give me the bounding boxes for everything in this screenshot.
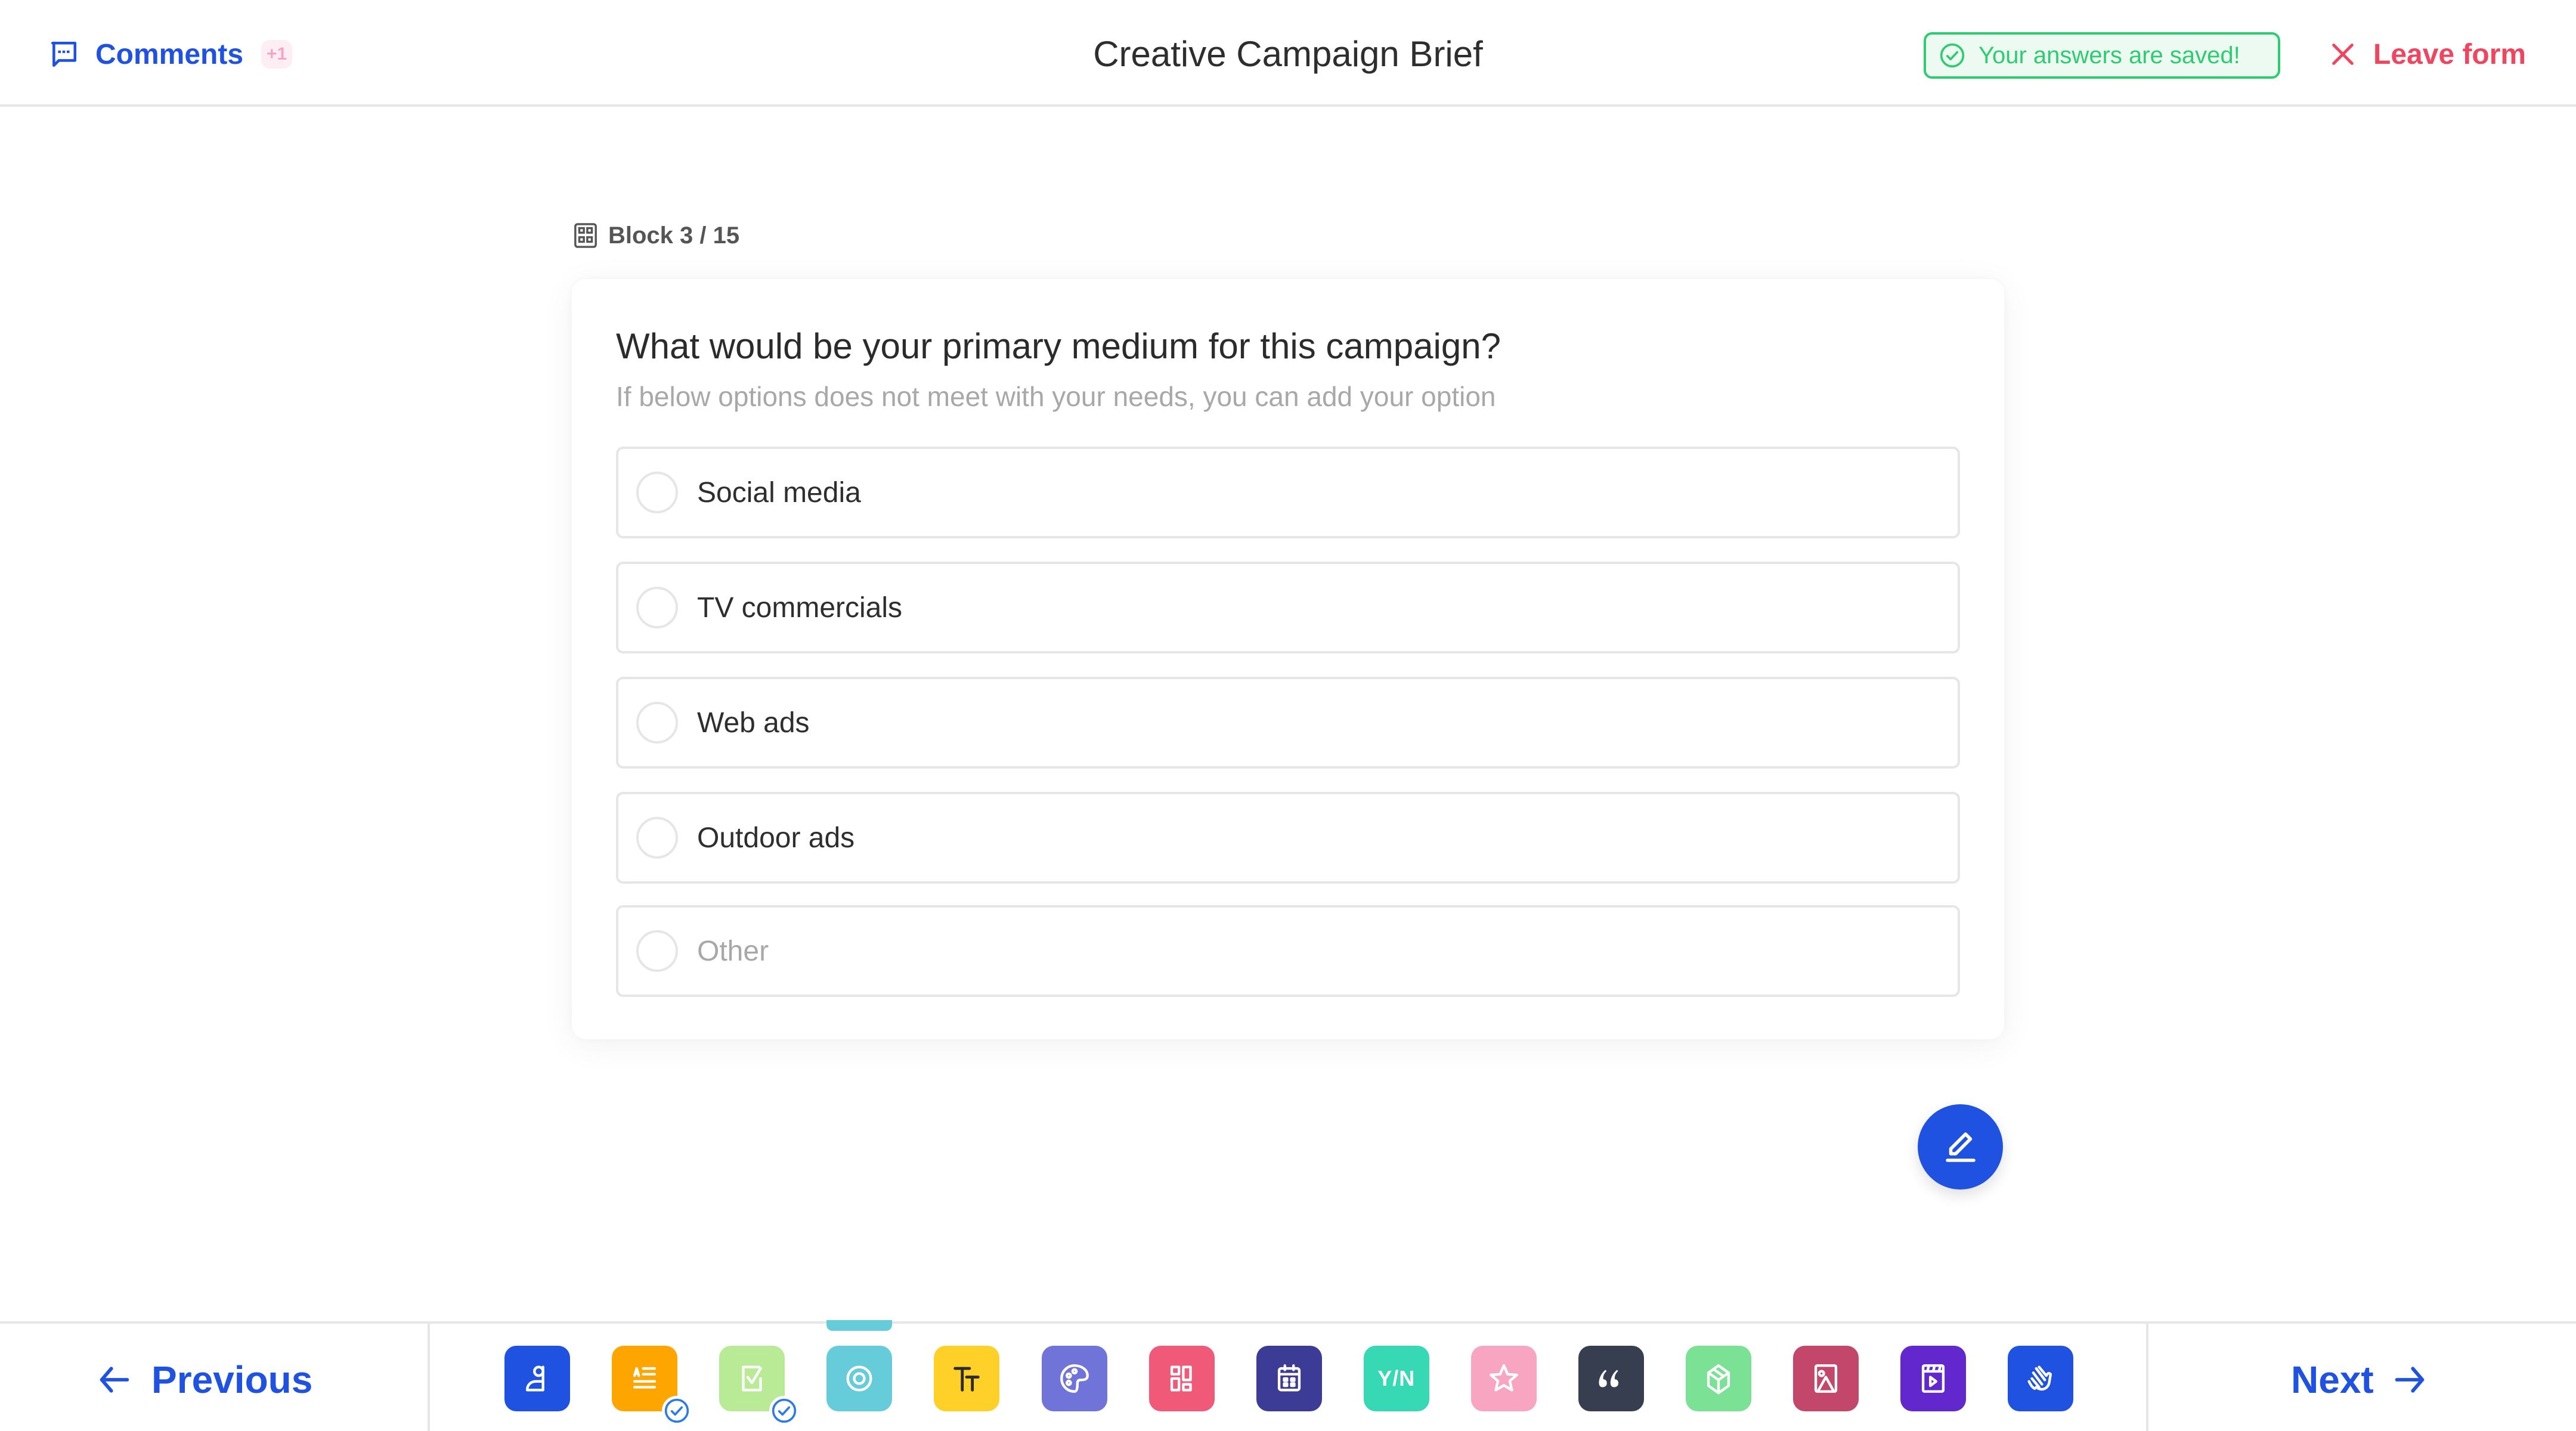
question-hint: If below options does not meet with your… <box>616 381 1496 412</box>
arrow-left-icon <box>100 1367 129 1393</box>
calendar-icon <box>1272 1361 1306 1396</box>
block-nav-item-13[interactable] <box>1793 1346 1859 1411</box>
video-icon <box>1916 1361 1950 1396</box>
block-nav-item-3[interactable] <box>719 1346 800 1426</box>
option-label: Outdoor ads <box>697 822 855 854</box>
close-icon <box>2332 44 2354 65</box>
next-label: Next <box>2291 1358 2374 1401</box>
block-nav-item-7[interactable] <box>1148 1346 1215 1411</box>
active-block-indicator <box>826 1320 893 1331</box>
radio-button[interactable] <box>636 930 678 972</box>
block-nav-item-11[interactable] <box>1578 1346 1644 1411</box>
saved-status-badge: Your answers are saved! <box>1924 32 2280 79</box>
wave-hand-icon <box>2023 1361 2058 1396</box>
block-nav-item-15[interactable] <box>2008 1346 2074 1411</box>
completed-check-icon <box>769 1396 800 1426</box>
option-outdoor-ads[interactable]: Outdoor ads <box>616 792 1960 884</box>
star-icon <box>1487 1361 1521 1396</box>
block-nav-item-6[interactable] <box>1041 1346 1107 1411</box>
previous-label: Previous <box>151 1358 313 1401</box>
block-counter: Block 3 / 15 <box>574 221 739 250</box>
question-title: What would be your primary medium for th… <box>616 326 1501 366</box>
radio-button[interactable] <box>636 472 678 513</box>
yes-no-icon: Y/N <box>1377 1366 1416 1390</box>
block-nav-item-10[interactable] <box>1470 1346 1537 1411</box>
divider <box>428 1324 430 1431</box>
previous-button[interactable]: Previous <box>95 1356 312 1404</box>
block-counter-text: Block 3 / 15 <box>608 222 740 249</box>
block-nav-item-5[interactable] <box>934 1346 1000 1411</box>
pencil-icon <box>1945 1132 1976 1162</box>
option-tv-commercials[interactable]: TV commercials <box>616 562 1960 653</box>
typography-icon <box>949 1361 984 1396</box>
option-social-media[interactable]: Social media <box>616 447 1960 538</box>
palette-icon <box>1057 1361 1092 1396</box>
block-nav-item-8[interactable] <box>1256 1346 1322 1411</box>
option-other-placeholder[interactable]: Other <box>697 935 769 968</box>
block-nav-item-9[interactable]: Y/N <box>1363 1346 1429 1411</box>
divider <box>2146 1324 2148 1431</box>
text-input-icon <box>627 1361 662 1396</box>
block-nav-item-2[interactable] <box>612 1346 692 1426</box>
image-icon <box>1809 1361 1843 1396</box>
box-icon <box>1701 1361 1736 1396</box>
leave-form-button[interactable]: Leave form <box>2329 36 2526 73</box>
edit-fab-button[interactable] <box>1918 1104 2003 1190</box>
radio-button[interactable] <box>636 587 678 628</box>
check-circle-icon <box>1940 43 1965 68</box>
saved-status-text: Your answers are saved! <box>1979 42 2240 69</box>
question-card: What would be your primary medium for th… <box>572 279 2004 1039</box>
radio-button[interactable] <box>636 702 678 744</box>
option-other[interactable]: Other <box>616 905 1960 997</box>
completed-check-icon <box>662 1396 692 1426</box>
block-nav-item-12[interactable] <box>1686 1346 1752 1411</box>
radio-target-icon <box>842 1361 877 1396</box>
top-bar: Comments +1 Creative Campaign Brief Your… <box>0 0 2576 107</box>
checkbox-icon <box>735 1361 769 1396</box>
option-label: Web ads <box>697 707 810 739</box>
welcome-user-icon <box>520 1361 555 1396</box>
radio-button[interactable] <box>636 817 678 859</box>
block-grid-icon <box>574 223 597 248</box>
option-label: Social media <box>697 476 861 509</box>
quote-icon <box>1594 1361 1628 1396</box>
block-nav-item-1[interactable] <box>504 1346 570 1411</box>
leave-form-label: Leave form <box>2373 38 2527 70</box>
block-nav-item-14[interactable] <box>1900 1346 1967 1411</box>
option-label: TV commercials <box>697 591 903 624</box>
next-button[interactable]: Next <box>2291 1356 2429 1404</box>
grid-icon <box>1165 1361 1199 1396</box>
block-nav-item-4[interactable] <box>826 1346 893 1411</box>
bottom-navigation: Previous Y/N Next <box>0 1320 2576 1431</box>
option-web-ads[interactable]: Web ads <box>616 677 1960 769</box>
arrow-right-icon <box>2395 1367 2424 1393</box>
